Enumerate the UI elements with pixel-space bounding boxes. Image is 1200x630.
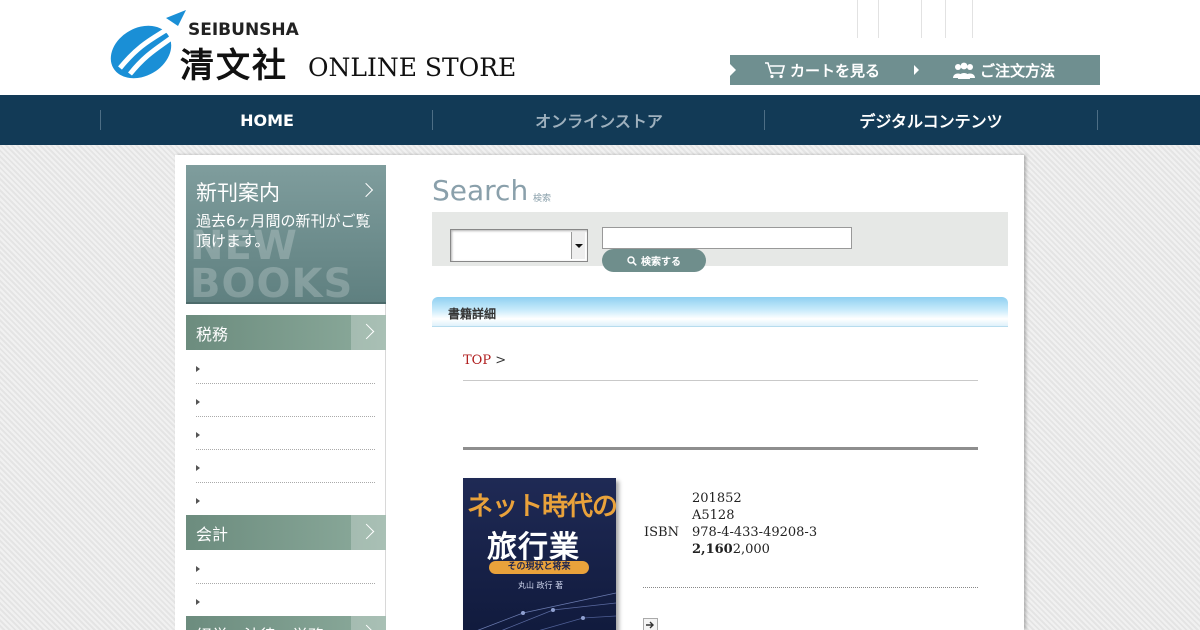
content-area: NEW BOOKS 新刊案内 過去6ヶ月間の新刊がご覧頂けます。 税務 会計 経… [175,155,1024,630]
seibunsha-logo-icon [110,10,186,79]
sidebar: NEW BOOKS 新刊案内 過去6ヶ月間の新刊がご覧頂けます。 税務 会計 経… [186,165,386,630]
dotted-divider [643,587,978,588]
cover-subtitle: その現状と将来 [489,561,589,574]
logo-english-name: SEIBUNSHA [188,20,299,40]
cover-title-line1: ネット時代の [467,492,616,522]
price-without-tax: 2,000 [732,542,770,557]
new-books-banner[interactable]: NEW BOOKS 新刊案内 過去6ヶ月間の新刊がご覧頂けます。 [186,165,386,304]
sidebar-category-label: 税務 [196,324,229,344]
sidebar-subitem[interactable] [196,417,375,450]
site-logo[interactable]: SEIBUNSHA 清文社 ONLINE STORE [108,10,528,86]
sidebar-subitem[interactable] [196,384,375,417]
sidebar-subitem[interactable] [196,483,375,516]
header-button-bar: カートを見る ご注文方法 [730,55,1100,85]
breadcrumb-separator: > [495,353,507,368]
logo-japanese-name: 清文社 [180,46,288,86]
chevron-right-icon [351,515,386,550]
cart-icon [764,61,786,79]
header-decoration [857,0,977,38]
sidebar-subitem[interactable] [196,584,375,617]
view-cart-button[interactable]: カートを見る [764,55,880,85]
nav-item-online-store[interactable]: オンラインストア [433,95,765,145]
sidebar-subitem[interactable] [196,351,375,384]
chevron-down-icon[interactable] [571,232,585,259]
main-content: Search 検索 検索する 書籍詳細 TOP > ネット時代の 旅行業 その現… [432,155,1012,630]
nav-item-home[interactable]: HOME [101,95,433,145]
search-panel: 検索する [432,212,1008,272]
logo-store-label: ONLINE STORE [308,53,517,82]
book-format: A5128 [692,508,735,523]
breadcrumb: TOP > [463,353,506,368]
publish-date: 201852 [692,491,742,506]
search-subtitle: 検索 [533,194,552,204]
search-button-label: 検索する [641,257,681,268]
title-divider [463,447,978,450]
new-books-bg-line2: BOOKS [190,261,354,304]
sidebar-category-label: 会計 [196,524,229,544]
search-button[interactable]: 検索する [602,249,706,272]
nav-separator [1097,110,1098,130]
nav-item-digital-contents[interactable]: デジタルコンテンツ [765,95,1097,145]
cover-decoration [477,592,616,630]
order-method-button[interactable]: ご注文方法 [952,55,1055,85]
search-icon [627,255,637,266]
sidebar-category-tax[interactable]: 税務 [186,315,386,350]
book-cover-image[interactable]: ネット時代の 旅行業 その現状と将来 丸山 政行 著 [463,478,616,630]
chevron-right-icon [351,315,386,350]
book-detail-header: 書籍詳細 [432,297,1008,327]
isbn-label: ISBN [644,525,679,540]
cover-title-line2: 旅行業 [487,530,580,565]
sidebar-category-management-law[interactable]: 経営・法律・労務 [186,616,386,630]
price-row: 2,1602,000 [692,541,770,558]
main-navigation: HOME オンラインストア デジタルコンテンツ [0,95,1200,145]
view-cart-label: カートを見る [790,61,881,80]
keyword-input[interactable] [602,227,852,249]
header-separator-arrow-icon [914,65,919,75]
divider [463,380,978,381]
new-books-title: 新刊案内 [196,181,280,205]
sidebar-category-accounting[interactable]: 会計 [186,515,386,550]
people-icon [952,61,976,79]
chevron-right-icon [358,182,374,198]
book-detail-label: 書籍詳細 [448,307,497,321]
search-title: Search [432,174,529,207]
sidebar-category-label: 経営・法律・労務 [196,622,324,630]
sidebar-subitem[interactable] [196,450,375,483]
order-method-label: ご注文方法 [980,61,1056,80]
site-header: SEIBUNSHA 清文社 ONLINE STORE カートを見る ご注文方法 [0,0,1200,95]
price-with-tax: 2,160 [692,542,733,557]
chevron-right-icon [351,616,386,630]
breadcrumb-top-link[interactable]: TOP [463,353,491,368]
arrow-right-icon[interactable] [643,618,658,630]
sidebar-subitem[interactable] [196,551,375,584]
isbn-value: 978-4-433-49208-3 [692,525,818,540]
category-select[interactable] [450,229,588,262]
header-arrow-icon [730,64,736,76]
new-books-description: 過去6ヶ月間の新刊がご覧頂けます。 [196,212,371,250]
